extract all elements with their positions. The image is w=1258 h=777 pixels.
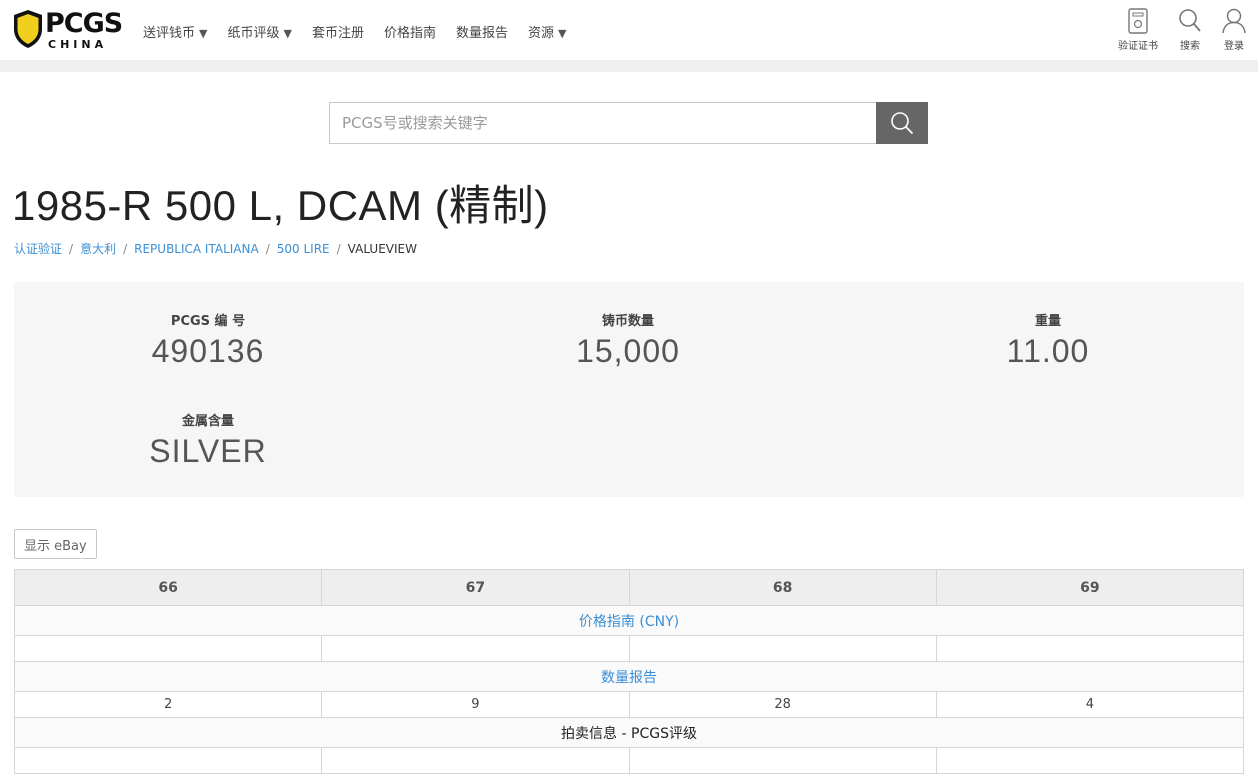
logo-subtitle: CHINA: [48, 38, 108, 51]
table-cell: [321, 747, 630, 774]
price-values-row: [13, 635, 1245, 662]
breadcrumb-link[interactable]: 意大利: [80, 242, 116, 256]
stat-value: 11.00: [1006, 333, 1090, 369]
search-bar: [329, 102, 928, 144]
breadcrumb-link[interactable]: 500 LIRE: [277, 242, 330, 256]
table-cell: [13, 747, 323, 774]
nav-label: 套币注册: [311, 26, 364, 41]
search-submit-button[interactable]: [876, 102, 928, 144]
auction-section-row: 拍卖信息 - PCGS评级: [14, 717, 1244, 748]
show-ebay-button[interactable]: 显示 eBay: [14, 529, 97, 559]
shield-icon: [14, 10, 42, 48]
price-guide-link[interactable]: 价格指南 (CNY): [14, 605, 1244, 636]
search-input[interactable]: [329, 102, 876, 144]
nav-label: 数量报告: [456, 26, 509, 41]
stat-value: 15,000: [576, 333, 680, 369]
price-guide-section-row: 价格指南 (CNY): [14, 605, 1244, 636]
table-cell: 9: [321, 691, 630, 718]
breadcrumb-separator: /: [69, 242, 74, 256]
caret-down-icon: ▼: [283, 27, 292, 40]
stat-metal-content: 金属含量 SILVER: [58, 410, 358, 470]
grade-header-cell[interactable]: 66: [13, 569, 323, 606]
pop-values-row: 2 9 28 4: [13, 691, 1245, 718]
nav-item-submit-coins[interactable]: 送评钱币 ▼: [143, 22, 207, 41]
stat-label: 金属含量: [181, 414, 234, 429]
caret-down-icon: ▼: [199, 27, 208, 40]
grade-table: 66 67 68 69 价格指南 (CNY) 数量报告 2 9 28 4 拍卖信…: [13, 569, 1245, 774]
nav-item-pop-report[interactable]: 数量报告: [456, 22, 508, 41]
table-cell: 4: [935, 691, 1245, 718]
table-cell: [935, 635, 1245, 662]
grade-header-row: 66 67 68 69: [13, 569, 1245, 606]
stat-label: PCGS 编 号: [170, 314, 246, 329]
search-icon: [1179, 9, 1201, 32]
header-tools: 验证证书 搜索 登录: [1098, 8, 1246, 52]
nav-item-price-guide[interactable]: 价格指南: [384, 22, 436, 41]
stat-label: 重量: [1034, 314, 1061, 329]
breadcrumb-link[interactable]: REPUBLICA ITALIANA: [134, 242, 259, 256]
auction-values-row: [13, 747, 1245, 774]
login-label: 登录: [1224, 41, 1244, 52]
header-divider: [0, 60, 1258, 72]
nav-label: 价格指南: [383, 26, 436, 41]
grade-header-cell[interactable]: 67: [321, 569, 630, 606]
breadcrumb-separator: /: [336, 242, 341, 256]
nav-item-set-registry[interactable]: 套币注册: [312, 22, 364, 41]
breadcrumb-current: VALUEVIEW: [347, 242, 417, 256]
user-icon: [1222, 8, 1246, 34]
breadcrumb-link[interactable]: 认证验证: [14, 242, 62, 256]
table-cell: [628, 635, 937, 662]
nav-label: 送评钱币: [143, 26, 196, 41]
nav-label: 纸币评级: [227, 26, 280, 41]
verify-cert-label: 验证证书: [1118, 41, 1158, 52]
table-cell: [13, 635, 323, 662]
nav-label: 资源: [528, 26, 555, 41]
stat-value: SILVER: [149, 433, 267, 469]
logo-wordmark: PCGS: [45, 8, 123, 39]
pcgs-china-logo[interactable]: PCGS CHINA: [13, 8, 123, 51]
table-cell: 2: [13, 691, 323, 718]
site-header: PCGS CHINA 送评钱币 ▼ 纸币评级 ▼ 套币注册 价格指南 数量报告 资源…: [0, 0, 1258, 60]
grade-header-cell[interactable]: 68: [628, 569, 937, 606]
stat-pcgs-number: PCGS 编 号 490136: [58, 310, 358, 370]
breadcrumb: 认证验证 / 意大利 / REPUBLICA ITALIANA / 500 LIRE / VAL…: [14, 240, 417, 257]
breadcrumb-separator: /: [123, 242, 128, 256]
caret-down-icon: ▼: [558, 27, 567, 40]
table-cell: [321, 635, 630, 662]
header-search-button[interactable]: 搜索: [1178, 8, 1202, 52]
pop-report-link[interactable]: 数量报告: [14, 661, 1244, 692]
grade-header-cell[interactable]: 69: [935, 569, 1245, 606]
stat-weight: 重量 11.00: [898, 310, 1198, 370]
search-icon: [891, 112, 914, 135]
page-title: 1985-R 500 L, DCAM (精制): [12, 182, 549, 229]
breadcrumb-separator: /: [265, 242, 270, 256]
nav-item-resources[interactable]: 资源 ▼: [528, 22, 566, 41]
certificate-icon: [1128, 8, 1148, 34]
pop-report-section-row: 数量报告: [14, 661, 1244, 692]
table-cell: [935, 747, 1245, 774]
table-cell: [628, 747, 937, 774]
search-label: 搜索: [1180, 41, 1200, 52]
coin-stats-panel: PCGS 编 号 490136 铸币数量 15,000 重量 11.00 金属含…: [14, 282, 1244, 497]
stat-value: 490136: [151, 333, 265, 369]
login-button[interactable]: 登录: [1222, 8, 1246, 52]
stat-mintage: 铸币数量 15,000: [478, 310, 778, 370]
nav-item-banknote-grading[interactable]: 纸币评级 ▼: [227, 22, 291, 41]
auction-section-label: 拍卖信息 - PCGS评级: [14, 717, 1244, 748]
main-nav: 送评钱币 ▼ 纸币评级 ▼ 套币注册 价格指南 数量报告 资源 ▼: [143, 22, 587, 41]
verify-cert-button[interactable]: 验证证书: [1118, 8, 1158, 52]
stat-label: 铸币数量: [601, 314, 654, 329]
table-cell: 28: [628, 691, 937, 718]
